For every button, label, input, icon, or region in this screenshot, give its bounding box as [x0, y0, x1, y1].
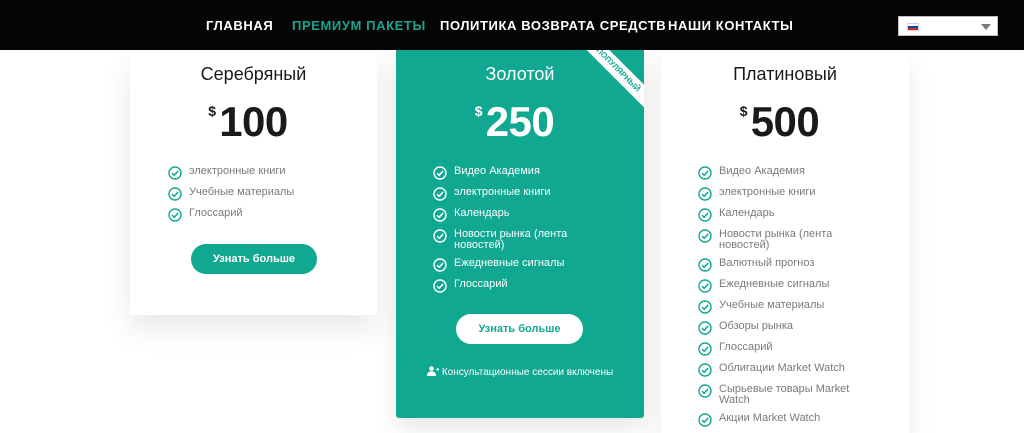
check-circle-icon — [433, 229, 447, 243]
feature-item: электронные книги — [433, 187, 613, 201]
check-circle-icon — [698, 413, 712, 427]
feature-text: Календарь — [719, 207, 775, 219]
feature-list: электронные книги Учебные материалы Глосса… — [168, 166, 294, 229]
pricing-card-platinum: Платиновый $ 500 Видео Академия электронн… — [661, 50, 909, 433]
feature-text: Глоссарий — [454, 278, 508, 290]
feature-item: Сырьевые товары Market Watch — [698, 384, 858, 406]
feature-item: Валютный прогноз — [698, 258, 858, 272]
currency-symbol: $ — [739, 103, 748, 119]
plan-price: $ 100 — [130, 98, 377, 146]
feature-list: Видео Академия электронные книги Календарь… — [698, 166, 858, 433]
check-circle-icon — [433, 279, 447, 293]
feature-item: электронные книги — [698, 187, 858, 201]
feature-text: Сырьевые товары Market Watch — [719, 383, 850, 406]
consultation-note-text: Консультационные сессии включены — [441, 367, 614, 378]
feature-item: Видео Академия — [698, 166, 858, 180]
plan-title: Серебряный — [200, 64, 307, 84]
price-amount: 500 — [750, 98, 820, 145]
check-circle-icon — [698, 229, 712, 243]
feature-item: Календарь — [698, 208, 858, 222]
feature-item: Ежедневные сигналы — [698, 279, 858, 293]
feature-text: Облигации Market Watch — [719, 362, 845, 374]
feature-text: Видео Академия — [454, 165, 540, 177]
feature-text: электронные книги — [189, 165, 286, 177]
feature-item: Глоссарий — [168, 208, 294, 222]
feature-text: Новости рынка (лента новостей) — [719, 228, 833, 251]
feature-text: Глоссарий — [719, 341, 773, 353]
plan-title: Золотой — [485, 64, 555, 84]
check-circle-icon — [698, 208, 712, 222]
pricing-card-silver: Серебряный $ 100 электронные книги Учебны… — [130, 50, 377, 315]
top-navigation-bar: ГЛАВНАЯ ПРЕМИУМ ПАКЕТЫ ПОЛИТИКА ВОЗВРАТА… — [0, 0, 1024, 50]
feature-text: Валютный прогноз — [719, 257, 815, 269]
user-plus-icon — [426, 366, 439, 376]
nav-link-premium-packages[interactable]: ПРЕМИУМ ПАКЕТЫ — [292, 18, 426, 33]
currency-symbol: $ — [474, 103, 483, 119]
feature-item: Новости рынка (лента новостей) — [698, 229, 858, 251]
feature-text: электронные книги — [454, 186, 551, 198]
feature-item: Акции Market Watch — [698, 413, 858, 427]
check-circle-icon — [168, 187, 182, 201]
feature-text: Глоссарий — [189, 207, 243, 219]
feature-item: Учебные материалы — [168, 187, 294, 201]
check-circle-icon — [698, 187, 712, 201]
plan-price: $ 250 — [396, 98, 644, 146]
currency-symbol: $ — [208, 103, 216, 119]
feature-text: Ежедневные сигналы — [719, 278, 830, 290]
feature-text: Акции Market Watch — [719, 412, 821, 424]
check-circle-icon — [168, 166, 182, 180]
feature-item: Глоссарий — [698, 342, 858, 356]
consultation-note: Консультационные сессии включены — [396, 366, 644, 378]
check-circle-icon — [698, 363, 712, 377]
feature-list: Видео Академия электронные книги Календарь… — [433, 166, 613, 300]
check-circle-icon — [698, 279, 712, 293]
learn-more-button[interactable]: Узнать больше — [456, 314, 583, 344]
price-amount: 100 — [219, 98, 288, 145]
feature-item: Обзоры рынка — [698, 321, 858, 335]
feature-text: Учебные материалы — [189, 186, 295, 198]
nav-link-contacts[interactable]: НАШИ КОНТАКТЫ — [668, 18, 793, 33]
check-circle-icon — [698, 342, 712, 356]
feature-text: электронные книги — [719, 186, 816, 198]
language-select[interactable] — [898, 16, 998, 36]
check-circle-icon — [168, 208, 182, 222]
feature-item: Новости рынка (лента новостей) — [433, 229, 613, 251]
plan-price: $ 500 — [661, 98, 909, 146]
feature-item: электронные книги — [168, 166, 294, 180]
feature-item: Глоссарий — [433, 279, 613, 293]
nav-link-home[interactable]: ГЛАВНАЯ — [206, 18, 273, 33]
check-circle-icon — [698, 300, 712, 314]
feature-text: Видео Академия — [719, 165, 805, 177]
check-circle-icon — [433, 187, 447, 201]
check-circle-icon — [698, 384, 712, 398]
chevron-down-icon — [981, 24, 991, 30]
feature-text: Обзоры рынка — [719, 320, 794, 332]
learn-more-button[interactable]: Узнать больше — [191, 244, 317, 274]
feature-item: Ежедневные сигналы — [433, 258, 613, 272]
check-circle-icon — [433, 258, 447, 272]
check-circle-icon — [433, 166, 447, 180]
nav-link-refund-policy[interactable]: ПОЛИТИКА ВОЗВРАТА СРЕДСТВ — [440, 18, 666, 33]
price-amount: 250 — [485, 98, 555, 145]
feature-item: Облигации Market Watch — [698, 363, 858, 377]
plan-title: Платиновый — [733, 64, 837, 84]
feature-text: Учебные материалы — [719, 299, 825, 311]
feature-text: Календарь — [454, 207, 510, 219]
pricing-card-gold: ПОПУЛЯРНЫЙ Золотой $ 250 Видео Академия э… — [396, 50, 644, 418]
feature-item: Видео Академия — [433, 166, 613, 180]
russian-flag-icon — [907, 23, 919, 31]
check-circle-icon — [698, 166, 712, 180]
feature-item: Календарь — [433, 208, 613, 222]
feature-text: Ежедневные сигналы — [454, 257, 565, 269]
check-circle-icon — [698, 258, 712, 272]
feature-item: Учебные материалы — [698, 300, 858, 314]
feature-text: Новости рынка (лента новостей) — [454, 228, 568, 251]
check-circle-icon — [698, 321, 712, 335]
check-circle-icon — [433, 208, 447, 222]
nav-menu: ГЛАВНАЯ ПРЕМИУМ ПАКЕТЫ ПОЛИТИКА ВОЗВРАТА… — [0, 0, 1024, 50]
